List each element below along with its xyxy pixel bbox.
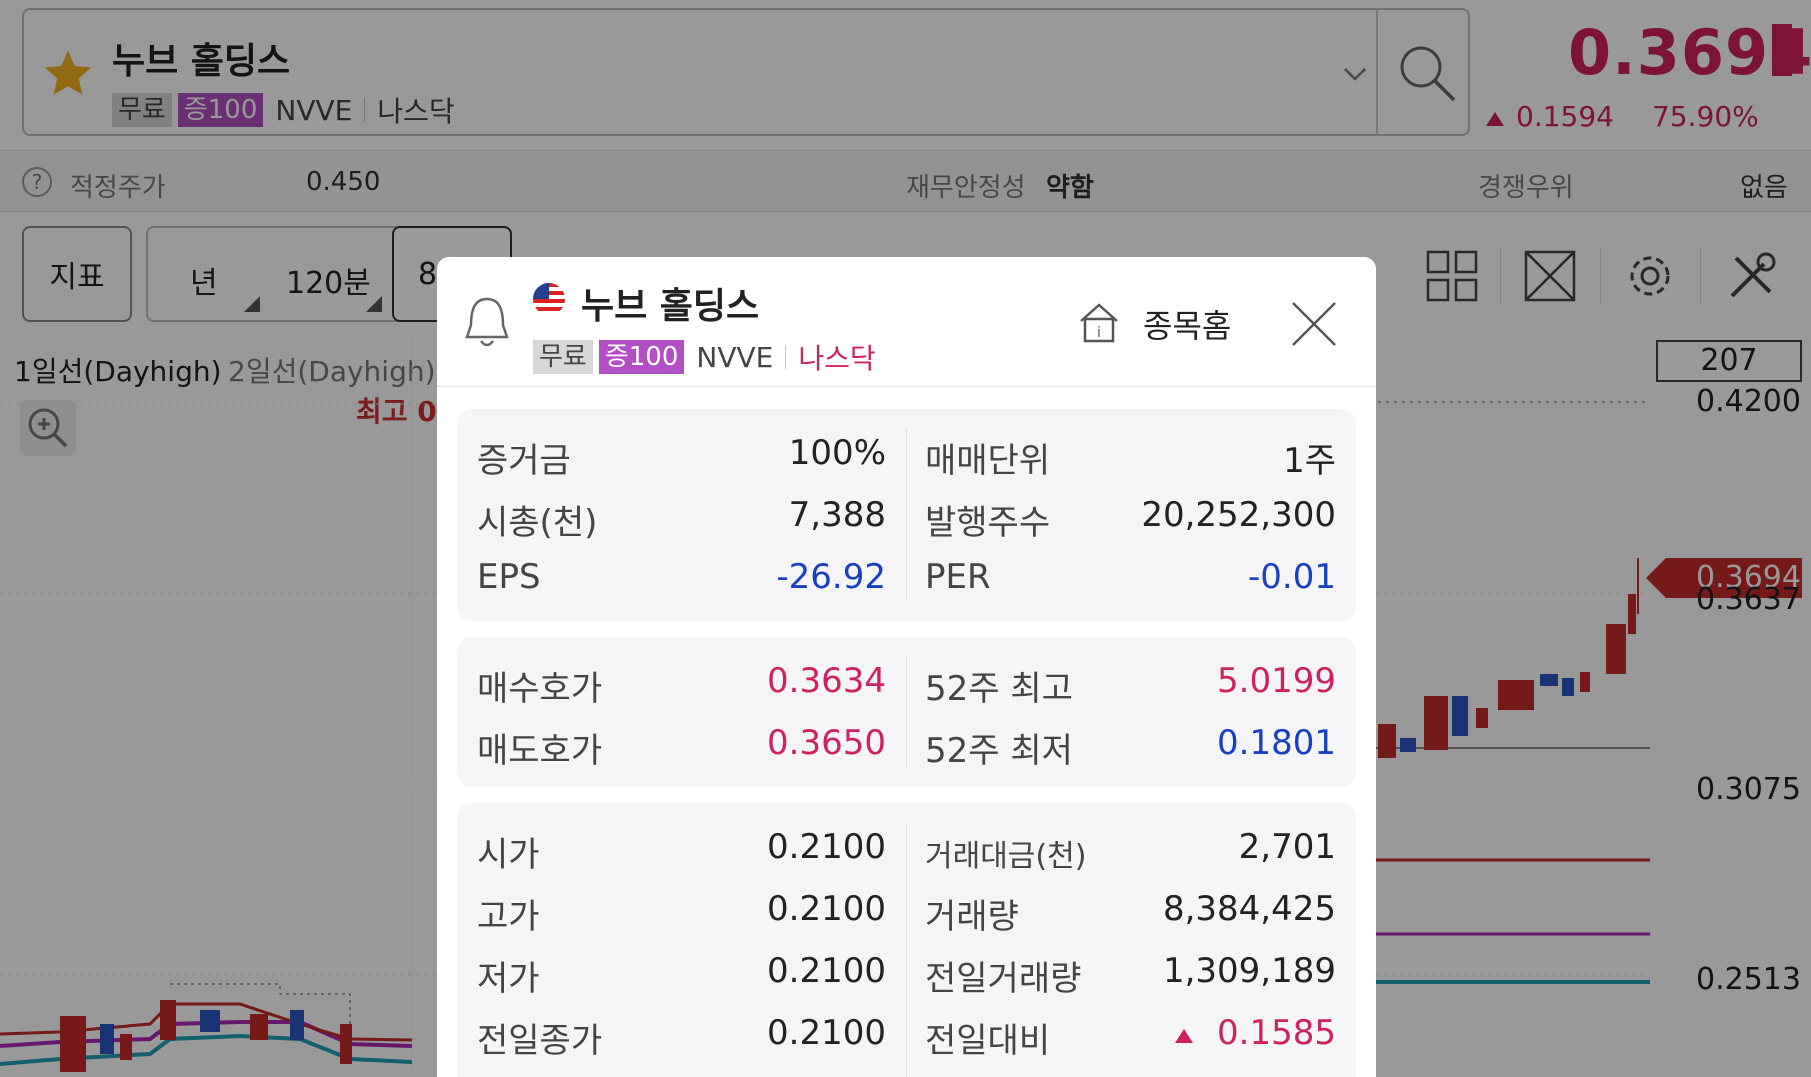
eps-label: EPS	[477, 557, 541, 597]
shares-label: 발행주수	[925, 503, 1051, 543]
open-value: 0.2100	[767, 827, 886, 867]
ticker-label: NVVE	[696, 340, 774, 374]
eps-value: -26.92	[776, 557, 886, 597]
amount-value: 2,701	[1238, 827, 1336, 867]
ask-value: 0.3650	[767, 723, 886, 763]
margin-tag: 증100	[598, 340, 685, 374]
info-row: 고가 0.2100 거래량 8,384,425	[457, 881, 1356, 943]
popup-stock-name: 누브 홀딩스	[581, 286, 760, 327]
stock-info-popup: 누브 홀딩스 무료 증100 NVVE 나스닥 i 종목홈 증거금 100% 매…	[437, 257, 1376, 1077]
bid-value: 0.3634	[767, 661, 886, 701]
popup-header: 누브 홀딩스 무료 증100 NVVE 나스닥 i 종목홈	[437, 257, 1376, 387]
prev-close-label: 전일종가	[477, 1021, 603, 1061]
info-row: 증거금 100% 매매단위 1주	[457, 425, 1356, 487]
high52-label: 52주 최고	[925, 669, 1073, 709]
up-arrow-icon	[1175, 1029, 1193, 1043]
info-row: 시가 0.2100 거래대금(천) 2,701	[457, 819, 1356, 881]
basic-info-card: 증거금 100% 매매단위 1주 시총(천) 7,388 발행주수 20,252…	[457, 409, 1356, 621]
info-row: 시총(천) 7,388 발행주수 20,252,300	[457, 487, 1356, 549]
margin-value: 100%	[788, 433, 886, 473]
high52-value: 5.0199	[1217, 661, 1336, 701]
low52-label: 52주 최저	[925, 731, 1073, 771]
bell-icon[interactable]	[459, 293, 515, 353]
market-cap-value: 7,388	[788, 495, 886, 535]
low52-value: 0.1801	[1217, 723, 1336, 763]
high-label: 고가	[477, 897, 540, 937]
prev-close-value: 0.2100	[767, 1013, 886, 1053]
close-icon[interactable]	[1289, 299, 1339, 349]
unit-value: 1주	[1283, 441, 1336, 481]
free-tag: 무료	[533, 340, 593, 374]
popup-stock-tags: 무료 증100 NVVE 나스닥	[533, 337, 876, 377]
market-cap-label: 시총(천)	[477, 503, 598, 543]
low-label: 저가	[477, 959, 540, 999]
prev-volume-value: 1,309,189	[1162, 951, 1336, 991]
svg-text:i: i	[1097, 325, 1101, 341]
ask-label: 매도호가	[477, 731, 603, 771]
trading-card: 시가 0.2100 거래대금(천) 2,701 고가 0.2100 거래량 8,…	[457, 803, 1356, 1077]
info-row: 전일종가 0.2100 전일대비 0.1585	[457, 1005, 1356, 1067]
amount-label: 거래대금(천)	[925, 839, 1087, 874]
volume-label: 거래량	[925, 897, 1019, 937]
volume-value: 8,384,425	[1162, 889, 1336, 929]
quote-card: 매수호가 0.3634 52주 최고 5.0199 매도호가 0.3650 52…	[457, 637, 1356, 787]
shares-value: 20,252,300	[1141, 495, 1336, 535]
per-value: -0.01	[1248, 557, 1336, 597]
per-label: PER	[925, 557, 991, 597]
low-value: 0.2100	[767, 951, 886, 991]
prev-diff-label: 전일대비	[925, 1021, 1051, 1061]
prev-volume-label: 전일거래량	[925, 959, 1082, 999]
margin-label: 증거금	[477, 441, 571, 481]
info-row: EPS -26.92 PER -0.01	[457, 549, 1356, 611]
info-row: 매도호가 0.3650 52주 최저 0.1801	[457, 715, 1356, 777]
high-value: 0.2100	[767, 889, 886, 929]
us-flag-icon	[533, 283, 565, 315]
unit-label: 매매단위	[925, 441, 1051, 481]
home-info-icon[interactable]: i	[1077, 301, 1121, 345]
prev-diff-value: 0.1585	[1217, 1013, 1336, 1053]
info-row: 저가 0.2100 전일거래량 1,309,189	[457, 943, 1356, 1005]
tag-divider	[785, 345, 787, 369]
open-label: 시가	[477, 835, 540, 875]
info-row: 매수호가 0.3634 52주 최고 5.0199	[457, 653, 1356, 715]
bid-label: 매수호가	[477, 669, 603, 709]
stock-home-link[interactable]: 종목홈	[1143, 301, 1231, 347]
exchange-label: 나스닥	[798, 342, 876, 375]
